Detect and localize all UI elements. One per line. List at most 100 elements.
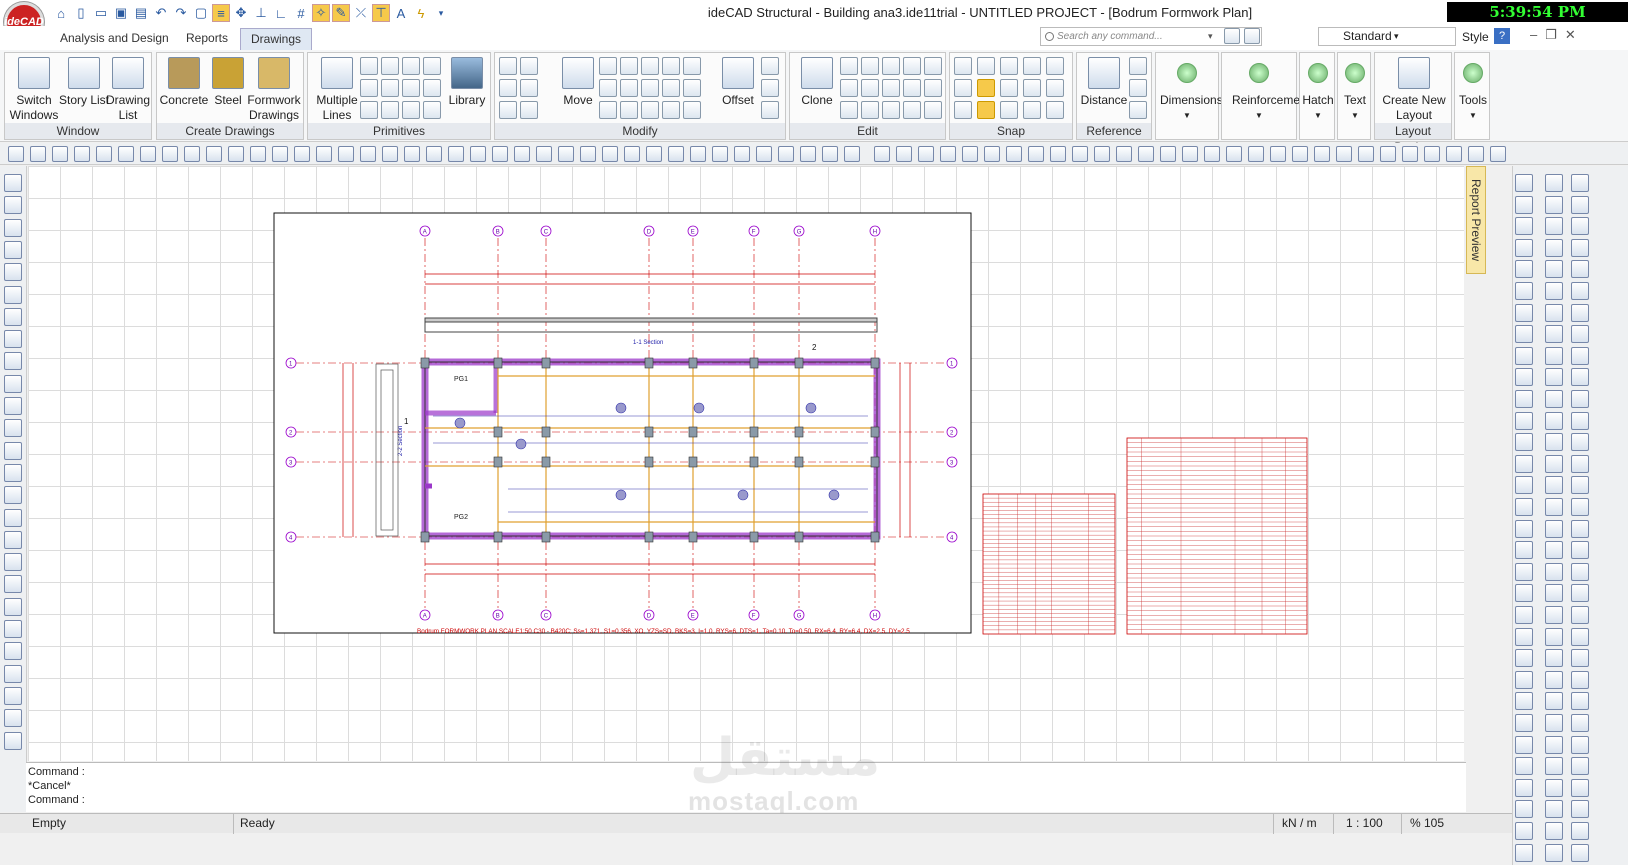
drawing-list-button[interactable]: Drawing List [101, 57, 155, 123]
left-tool-icon[interactable] [4, 174, 22, 192]
home-icon[interactable]: ⌂ [52, 4, 70, 22]
right-tool-icon[interactable] [1571, 714, 1589, 732]
split-icon[interactable] [761, 79, 779, 97]
toolbar-tool-icon[interactable] [118, 146, 134, 162]
circle-icon[interactable] [360, 79, 378, 97]
group-icon[interactable] [903, 57, 921, 75]
explode-icon[interactable] [620, 101, 638, 119]
right-tool-icon[interactable] [1515, 195, 1533, 214]
right-tool-icon[interactable] [1571, 282, 1589, 300]
scale-icon[interactable] [641, 101, 659, 119]
toolbar-tool-icon[interactable] [1204, 146, 1220, 162]
distance-button[interactable]: Distance [1077, 57, 1131, 108]
snap-intersect-icon[interactable] [954, 79, 972, 97]
right-tool-icon[interactable] [1571, 778, 1589, 797]
right-tool-icon[interactable] [1571, 519, 1589, 538]
block-icon[interactable] [882, 57, 900, 75]
polygon-icon[interactable] [381, 101, 399, 119]
left-tool-icon[interactable] [4, 352, 22, 371]
left-tool-icon[interactable] [4, 330, 22, 349]
toolbar-tool-icon[interactable] [470, 146, 486, 162]
library-button[interactable]: Library [440, 57, 494, 108]
left-tool-icon[interactable] [4, 285, 22, 304]
right-tool-icon[interactable] [1571, 649, 1589, 668]
layers-stack-icon[interactable] [1224, 28, 1240, 44]
toolbar-tool-icon[interactable] [1424, 146, 1440, 162]
right-tool-icon[interactable] [1571, 800, 1589, 819]
toolbar-tool-icon[interactable] [940, 146, 956, 162]
toolbar-tool-icon[interactable] [558, 146, 574, 162]
chamfer-icon[interactable] [683, 79, 701, 97]
save-as-icon[interactable]: ▤ [132, 4, 150, 22]
right-tool-icon[interactable] [1545, 757, 1563, 776]
toolbar-tool-icon[interactable] [1006, 146, 1022, 162]
left-tool-icon[interactable] [4, 709, 22, 728]
right-tool-icon[interactable] [1571, 260, 1589, 279]
toolbar-tool-icon[interactable] [1292, 146, 1308, 162]
point-icon[interactable] [423, 101, 441, 119]
toolbar-tool-icon[interactable] [162, 146, 178, 162]
snap-midpoint-icon[interactable] [977, 57, 995, 75]
tab-reports[interactable]: Reports [176, 28, 238, 50]
right-tool-icon[interactable] [1515, 282, 1533, 300]
right-tool-icon[interactable] [1571, 822, 1589, 840]
right-tool-icon[interactable] [1571, 735, 1589, 754]
toolbar-tool-icon[interactable] [844, 146, 860, 162]
toolbar-tool-icon[interactable] [514, 146, 530, 162]
right-tool-icon[interactable] [1515, 541, 1533, 560]
dimensions-button[interactable]: Dimensions ▼ [1160, 57, 1223, 123]
toolbar-tool-icon[interactable] [756, 146, 772, 162]
stretch-icon[interactable] [662, 101, 680, 119]
toolbar-tool-icon[interactable] [874, 146, 890, 162]
left-tool-icon[interactable] [4, 664, 22, 683]
toolbar-tool-icon[interactable] [96, 146, 112, 162]
toolbar-tool-icon[interactable] [646, 146, 662, 162]
left-tool-icon[interactable] [4, 575, 22, 594]
redo-icon[interactable]: ↷ [172, 4, 190, 22]
left-tool-icon[interactable] [4, 686, 22, 705]
right-tool-icon[interactable] [1515, 433, 1533, 452]
toolbar-tool-icon[interactable] [1050, 146, 1066, 162]
snap-perpendicular-icon[interactable] [977, 79, 995, 97]
toolbar-tool-icon[interactable] [1028, 146, 1044, 162]
pencil-icon[interactable] [520, 57, 538, 75]
points-icon[interactable] [861, 101, 879, 119]
right-tool-icon[interactable] [1571, 843, 1589, 862]
left-tool-icon[interactable] [4, 463, 22, 482]
area-icon[interactable] [1129, 57, 1147, 75]
toolbar-tool-icon[interactable] [492, 146, 508, 162]
toolbar-tool-icon[interactable] [448, 146, 464, 162]
right-tool-icon[interactable] [1571, 627, 1589, 646]
right-tool-icon[interactable] [1545, 411, 1563, 430]
right-tool-icon[interactable] [1545, 303, 1563, 322]
toolbar-tool-icon[interactable] [1072, 146, 1088, 162]
save-icon[interactable]: ▣ [112, 4, 130, 22]
tools-button[interactable]: Tools ▼ [1446, 57, 1500, 123]
toolbar-tool-icon[interactable] [800, 146, 816, 162]
align-icon[interactable] [620, 57, 638, 75]
right-tool-icon[interactable] [1545, 476, 1563, 495]
right-tool-icon[interactable] [1545, 714, 1563, 732]
drawing-canvas[interactable]: AABBCCDDEEFFGGHH11223344 1-1 Section PG1… [28, 166, 1464, 761]
toolbar-tool-icon[interactable] [1270, 146, 1286, 162]
toolbar-tool-icon[interactable] [984, 146, 1000, 162]
right-tool-icon[interactable] [1515, 411, 1533, 430]
right-tool-icon[interactable] [1515, 238, 1533, 257]
right-tool-icon[interactable] [1515, 390, 1533, 408]
brush-icon[interactable] [520, 79, 538, 97]
toolbar-tool-icon[interactable] [962, 146, 978, 162]
toolbar-tool-icon[interactable] [74, 146, 90, 162]
snap-endpoint-icon[interactable] [954, 57, 972, 75]
right-tool-icon[interactable] [1515, 476, 1533, 495]
curve-icon[interactable] [360, 101, 378, 119]
right-tool-icon[interactable] [1515, 519, 1533, 538]
eraser-icon[interactable] [499, 79, 517, 97]
right-tool-icon[interactable] [1571, 454, 1589, 473]
right-tool-icon[interactable] [1571, 368, 1589, 387]
rectangle-icon[interactable] [381, 57, 399, 75]
right-tool-icon[interactable] [1545, 627, 1563, 646]
right-tool-icon[interactable] [1515, 800, 1533, 819]
right-tool-icon[interactable] [1545, 498, 1563, 516]
rotate-arrow-icon[interactable] [360, 57, 378, 75]
search-dropdown-icon[interactable]: ▾ [1208, 31, 1213, 42]
